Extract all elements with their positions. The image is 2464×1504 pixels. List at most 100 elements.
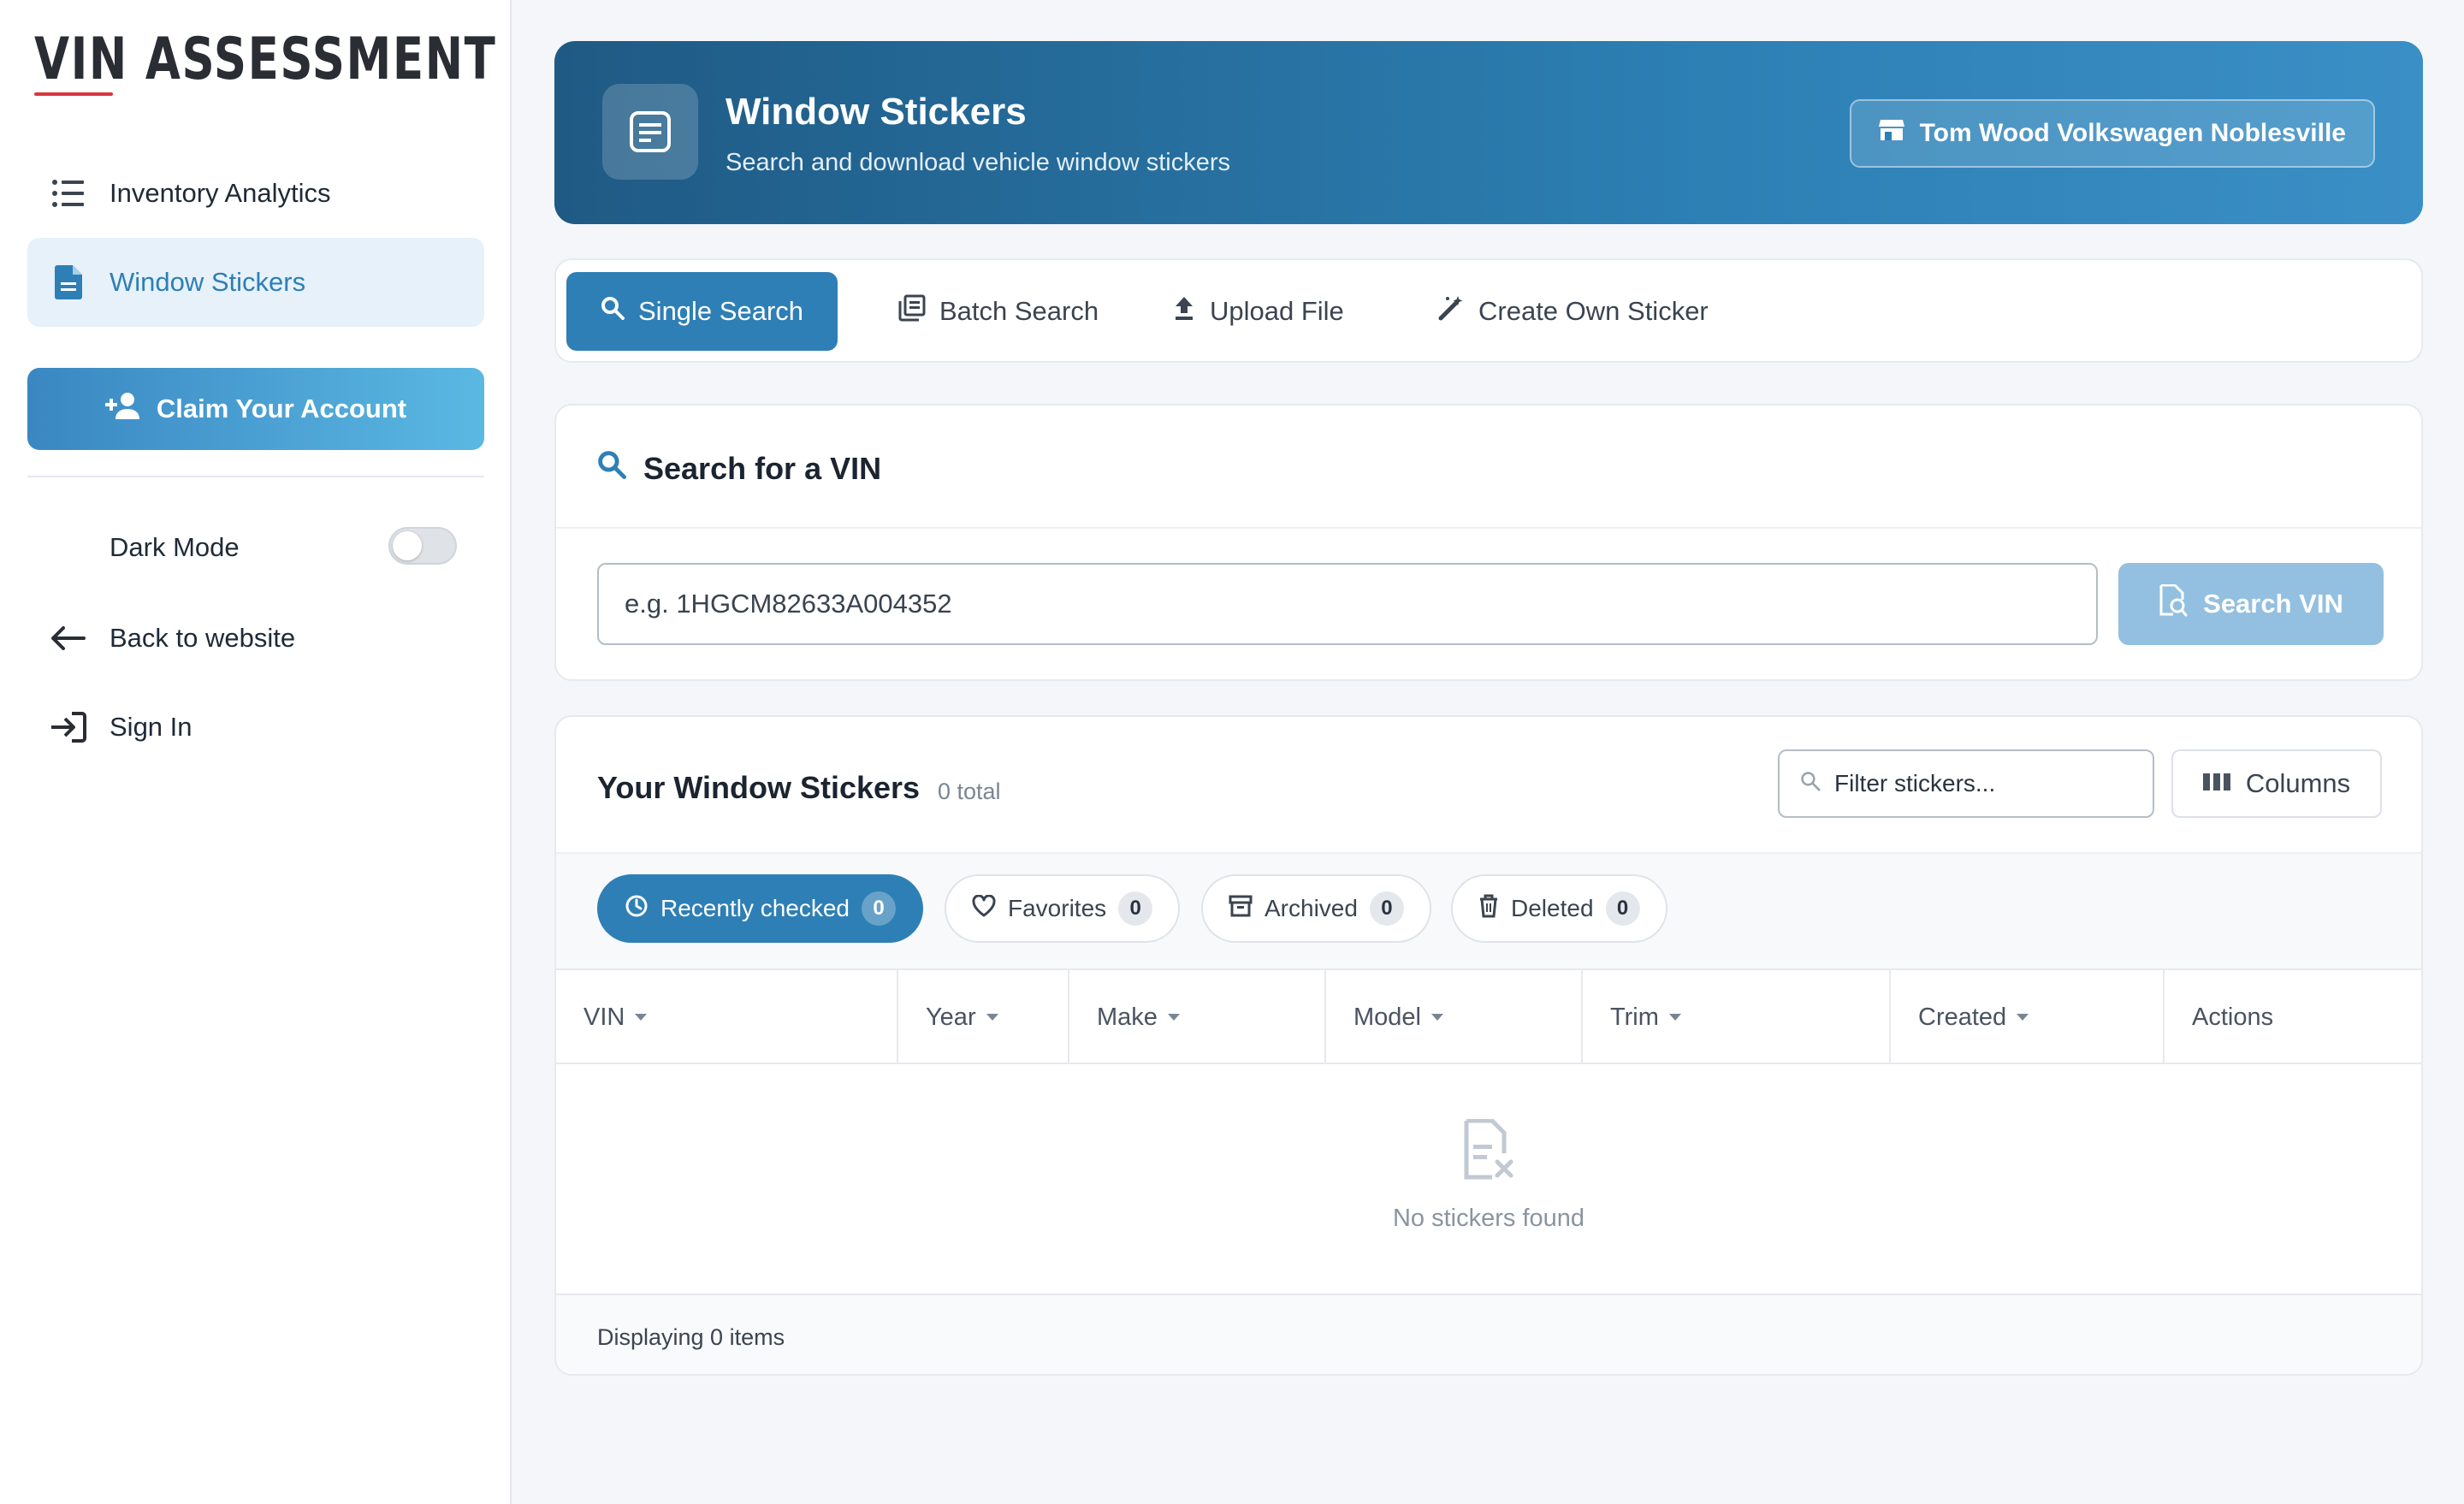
columns-label: Columns bbox=[2245, 768, 2351, 798]
page-title: Window Stickers bbox=[726, 91, 1027, 133]
tab-label: Single Search bbox=[638, 296, 804, 326]
sort-caret-icon bbox=[1167, 1014, 1180, 1021]
sidebar-item-label: Window Stickers bbox=[110, 267, 306, 297]
back-to-website-link[interactable]: Back to website bbox=[27, 594, 484, 683]
dealer-name: Tom Wood Volkswagen Noblesville bbox=[1919, 119, 2346, 147]
tab-batch-search[interactable]: Batch Search bbox=[864, 272, 1133, 351]
column-header-actions: Actions bbox=[2165, 970, 2421, 1064]
chip-deleted[interactable]: Deleted 0 bbox=[1451, 874, 1667, 943]
upload-icon bbox=[1172, 295, 1196, 328]
arrow-left-icon bbox=[27, 626, 110, 650]
tab-single-search[interactable]: Single Search bbox=[566, 272, 838, 351]
tab-label: Create Own Sticker bbox=[1478, 296, 1709, 326]
column-header-label: VIN bbox=[583, 1003, 625, 1031]
stickers-title: Your Window Stickers bbox=[597, 770, 921, 805]
sort-caret-icon bbox=[986, 1014, 998, 1021]
column-header-label: Year bbox=[926, 1003, 976, 1031]
heart-icon bbox=[972, 893, 996, 923]
sticker-filter-chips: Recently checked 0 Favorites 0 Archived … bbox=[556, 852, 2421, 979]
chip-count: 0 bbox=[1118, 891, 1153, 926]
moon-icon bbox=[27, 530, 110, 565]
items-count-text: Displaying 0 items bbox=[597, 1323, 785, 1350]
claim-account-button[interactable]: Claim Your Account bbox=[27, 368, 484, 450]
sort-caret-icon bbox=[1431, 1014, 1443, 1021]
toggle-knob bbox=[393, 531, 422, 560]
trash-icon bbox=[1478, 894, 1499, 924]
dealer-selector-button[interactable]: Tom Wood Volkswagen Noblesville bbox=[1849, 99, 2375, 168]
table-footer: Displaying 0 items bbox=[556, 1294, 2421, 1374]
sort-caret-icon bbox=[635, 1014, 648, 1021]
chip-label: Deleted bbox=[1511, 895, 1594, 921]
search-vin-label: Search VIN bbox=[2203, 589, 2343, 619]
vin-search-card: Search for a VIN Search VIN bbox=[554, 404, 2423, 681]
column-header-trim[interactable]: Trim bbox=[1583, 970, 1891, 1064]
list-icon bbox=[27, 178, 110, 209]
filter-stickers-input[interactable]: Filter stickers... bbox=[1778, 749, 2154, 818]
search-icon bbox=[1800, 770, 1821, 797]
column-header-label: Make bbox=[1097, 1003, 1158, 1031]
column-header-label: Actions bbox=[2192, 1003, 2274, 1031]
columns-button[interactable]: Columns bbox=[2171, 749, 2382, 818]
logo-accent-line bbox=[34, 92, 113, 96]
tab-create-own-sticker[interactable]: Create Own Sticker bbox=[1403, 272, 1743, 351]
archive-icon bbox=[1229, 895, 1253, 923]
vin-input[interactable] bbox=[597, 563, 2098, 645]
sort-caret-icon bbox=[1668, 1014, 1681, 1021]
empty-state-text: No stickers found bbox=[1392, 1205, 1585, 1232]
dark-mode-toggle[interactable] bbox=[388, 527, 457, 565]
column-header-model[interactable]: Model bbox=[1326, 970, 1583, 1064]
sort-caret-icon bbox=[2017, 1014, 2029, 1021]
search-icon bbox=[601, 296, 625, 327]
sidebar-item-window-stickers[interactable]: Window Stickers bbox=[27, 238, 484, 327]
document-search-icon bbox=[2159, 583, 2188, 624]
column-header-label: Trim bbox=[1610, 1003, 1659, 1031]
chip-count: 0 bbox=[862, 891, 897, 926]
vin-search-heading: Search for a VIN bbox=[597, 450, 881, 487]
sidebar-item-inventory-analytics[interactable]: Inventory Analytics bbox=[27, 149, 484, 238]
window-stickers-card: Your Window Stickers 0 total Filter stic… bbox=[554, 715, 2423, 1376]
chip-label: Recently checked bbox=[660, 895, 850, 921]
sidebar-divider bbox=[27, 476, 484, 477]
column-header-created[interactable]: Created bbox=[1891, 970, 2165, 1064]
brand-logo: VIN ASSESSMENT bbox=[34, 26, 497, 93]
sign-in-icon bbox=[27, 711, 110, 743]
sign-in-link[interactable]: Sign In bbox=[27, 683, 484, 772]
empty-state: No stickers found bbox=[556, 1118, 2421, 1233]
card-divider bbox=[556, 527, 2421, 529]
column-header-vin[interactable]: VIN bbox=[556, 970, 898, 1064]
column-header-label: Created bbox=[1918, 1003, 2007, 1031]
clock-icon bbox=[625, 894, 649, 924]
document-remove-icon bbox=[1461, 1118, 1516, 1187]
column-header-label: Model bbox=[1353, 1003, 1421, 1031]
magic-wand-icon bbox=[1437, 294, 1465, 329]
page-header: Window Stickers Search and download vehi… bbox=[554, 41, 2423, 224]
tab-label: Batch Search bbox=[939, 296, 1099, 326]
chip-label: Archived bbox=[1265, 895, 1358, 921]
claim-account-label: Claim Your Account bbox=[156, 394, 407, 423]
filter-placeholder: Filter stickers... bbox=[1834, 770, 1996, 796]
tab-label: Upload File bbox=[1210, 296, 1344, 326]
table-header: VIN Year Make Model Trim Created Actions bbox=[556, 968, 2421, 1064]
stickers-total: 0 total bbox=[938, 779, 1001, 804]
store-icon bbox=[1878, 118, 1904, 149]
dark-mode-label: Dark Mode bbox=[110, 532, 240, 562]
chip-count: 0 bbox=[1369, 891, 1404, 926]
back-to-website-label: Back to website bbox=[110, 623, 296, 653]
column-header-year[interactable]: Year bbox=[898, 970, 1069, 1064]
add-user-icon bbox=[104, 392, 141, 426]
columns-icon bbox=[2202, 768, 2230, 799]
chip-archived[interactable]: Archived 0 bbox=[1201, 874, 1431, 943]
search-vin-button[interactable]: Search VIN bbox=[2118, 563, 2384, 645]
page-subtitle: Search and download vehicle window stick… bbox=[726, 149, 1230, 176]
chip-label: Favorites bbox=[1008, 895, 1107, 921]
vin-search-title: Search for a VIN bbox=[643, 450, 882, 486]
chip-recently-checked[interactable]: Recently checked 0 bbox=[597, 874, 924, 943]
tab-upload-file[interactable]: Upload File bbox=[1138, 272, 1378, 351]
column-header-make[interactable]: Make bbox=[1069, 970, 1326, 1064]
sign-in-label: Sign In bbox=[110, 712, 192, 742]
chip-favorites[interactable]: Favorites 0 bbox=[945, 874, 1181, 943]
batch-icon bbox=[898, 294, 926, 329]
search-icon bbox=[597, 450, 626, 487]
sidebar: VIN ASSESSMENT Inventory Analytics Windo… bbox=[0, 0, 512, 1504]
search-mode-tabs: Single Search Batch Search Upload File C… bbox=[554, 258, 2423, 363]
